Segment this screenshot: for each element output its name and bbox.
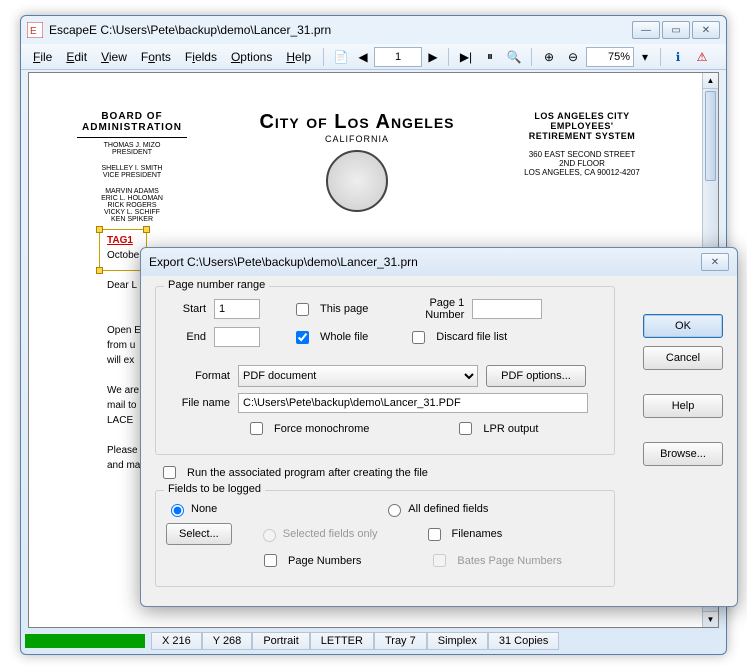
city-seal-image — [326, 150, 388, 212]
status-orientation: Portrait — [252, 632, 309, 650]
tool-find-icon[interactable]: 🔍 — [503, 46, 525, 68]
dialog-close-button[interactable]: ✕ — [701, 253, 729, 271]
bates-checkbox — [433, 554, 446, 567]
force-monochrome-checkbox[interactable] — [250, 422, 263, 435]
filename-input[interactable] — [238, 393, 588, 413]
maximize-button[interactable]: ▭ — [662, 21, 690, 39]
start-input[interactable] — [214, 299, 260, 319]
status-x: X 216 — [151, 632, 202, 650]
menu-file[interactable]: File — [27, 48, 58, 66]
tool-play-icon[interactable]: ▶| — [455, 46, 477, 68]
scroll-down-icon[interactable]: ▼ — [703, 611, 718, 627]
minimize-button[interactable]: — — [632, 21, 660, 39]
this-page-checkbox[interactable] — [296, 303, 309, 316]
export-dialog: Export C:\Users\Pete\backup\demo\Lancer_… — [140, 247, 738, 607]
tool-info-icon[interactable]: ℹ — [667, 46, 689, 68]
menu-view[interactable]: View — [95, 48, 133, 66]
scroll-up-icon[interactable]: ▲ — [703, 73, 718, 89]
tool-first-page-icon[interactable]: ◀ — [354, 46, 372, 68]
menu-help[interactable]: Help — [280, 48, 317, 66]
titlebar: E EscapeE C:\Users\Pete\backup\demo\Lanc… — [21, 16, 726, 44]
menu-options[interactable]: Options — [225, 48, 278, 66]
scrollbar-thumb[interactable] — [705, 91, 716, 181]
app-icon: E — [27, 22, 43, 38]
status-progress-bar — [25, 634, 145, 648]
close-button[interactable]: ✕ — [692, 21, 720, 39]
page-range-group: Page number range Start This page Page 1… — [155, 286, 615, 455]
status-copies: 31 Copies — [488, 632, 560, 650]
statusbar: X 216 Y 268 Portrait LETTER Tray 7 Simpl… — [25, 631, 722, 651]
city-title: City of Los Angeles — [227, 111, 487, 134]
discard-file-list-checkbox[interactable] — [412, 331, 425, 344]
cancel-button[interactable]: Cancel — [643, 346, 723, 370]
tool-warning-icon[interactable]: ⚠ — [691, 46, 713, 68]
select-fields-button[interactable]: Select... — [166, 523, 232, 545]
dialog-title: Export C:\Users\Pete\backup\demo\Lancer_… — [149, 255, 701, 269]
tool-page-icon[interactable]: 📄 — [330, 46, 352, 68]
none-radio[interactable] — [171, 504, 184, 517]
filenames-checkbox[interactable] — [428, 528, 441, 541]
tool-last-page-icon[interactable]: ▶ — [424, 46, 442, 68]
tool-zoom-in-icon[interactable]: ⊕ — [538, 46, 560, 68]
fields-logged-group: Fields to be logged None All defined fie… — [155, 490, 615, 587]
status-paper: LETTER — [310, 632, 374, 650]
status-y: Y 268 — [202, 632, 253, 650]
tool-zoom-out-icon[interactable]: ⊖ — [562, 46, 584, 68]
all-fields-radio[interactable] — [388, 504, 401, 517]
menu-fields[interactable]: Fields — [179, 48, 223, 66]
page1-number-input[interactable] — [472, 299, 542, 319]
menu-edit[interactable]: Edit — [60, 48, 93, 66]
window-title: EscapeE C:\Users\Pete\backup\demo\Lancer… — [49, 23, 632, 37]
format-options-button[interactable]: PDF options... — [486, 365, 586, 387]
city-subtitle: CALIFORNIA — [227, 134, 487, 144]
status-duplex: Simplex — [427, 632, 488, 650]
tool-zoom-dropdown-icon[interactable]: ▾ — [636, 46, 654, 68]
format-select[interactable]: PDF document — [238, 365, 478, 387]
whole-file-checkbox[interactable] — [296, 331, 309, 344]
lpr-output-checkbox[interactable] — [459, 422, 472, 435]
run-associated-checkbox[interactable] — [163, 466, 176, 479]
dialog-titlebar: Export C:\Users\Pete\backup\demo\Lancer_… — [141, 248, 737, 276]
status-tray: Tray 7 — [374, 632, 427, 650]
page-number-input[interactable] — [374, 47, 422, 67]
zoom-input[interactable] — [586, 47, 634, 67]
browse-button[interactable]: Browse... — [643, 442, 723, 466]
end-input[interactable] — [214, 327, 260, 347]
menubar: File Edit View Fonts Fields Options Help… — [21, 44, 726, 70]
ok-button[interactable]: OK — [643, 314, 723, 338]
page-numbers-checkbox[interactable] — [264, 554, 277, 567]
menu-fonts[interactable]: Fonts — [135, 48, 177, 66]
board-heading: BOARD OF — [57, 111, 207, 122]
admin-heading: ADMINISTRATION — [57, 122, 207, 133]
tool-pause-icon[interactable]: ⏸ — [479, 46, 501, 68]
selected-fields-radio — [263, 529, 276, 542]
svg-text:E: E — [30, 26, 37, 37]
help-button[interactable]: Help — [643, 394, 723, 418]
field-tag-selection[interactable]: TAG1 — [107, 233, 607, 248]
